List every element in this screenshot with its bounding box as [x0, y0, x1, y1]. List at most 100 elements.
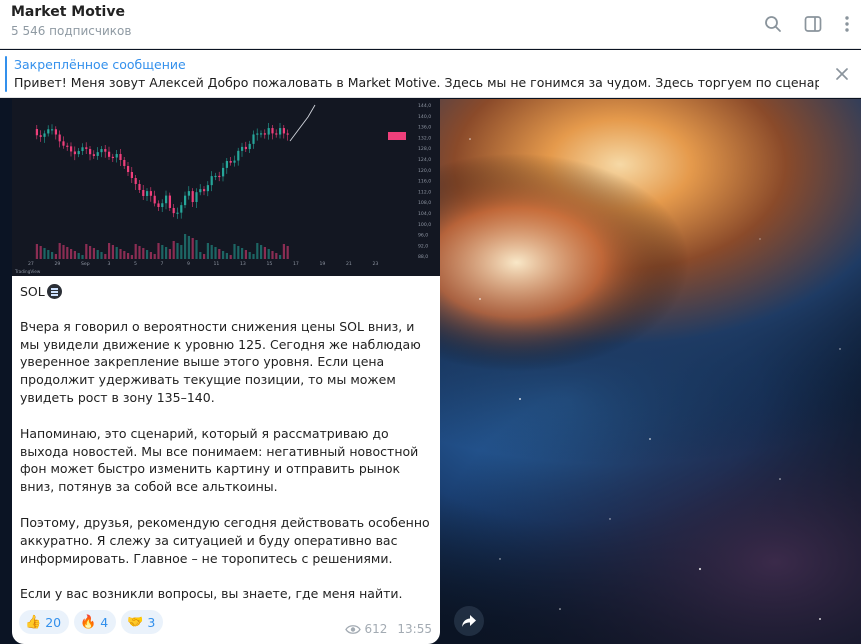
volume-bar: [157, 243, 160, 259]
volume-bar: [241, 248, 244, 259]
volume-bar: [85, 244, 88, 259]
price-axis-label: 112,0: [418, 189, 431, 195]
candle-body: [81, 147, 84, 152]
volume-bar: [256, 243, 259, 259]
volume-bar: [119, 249, 122, 259]
candle-body: [180, 205, 183, 213]
price-axis-label: 96,0: [418, 233, 428, 239]
volume-bar: [92, 248, 95, 259]
price-axis-label: 120,0: [418, 168, 431, 174]
channel-title[interactable]: Market Motive: [11, 4, 125, 20]
candle-body: [210, 176, 213, 186]
candle-body: [184, 195, 187, 206]
candle-body: [85, 147, 88, 149]
volume-bar: [35, 244, 38, 259]
forward-icon: [462, 615, 476, 627]
volume-bar: [214, 247, 217, 259]
candle-body: [138, 184, 141, 190]
candle-body: [168, 195, 171, 208]
candle-body: [149, 191, 152, 196]
price-axis-label: 132,0: [418, 135, 431, 141]
time-axis-label: 13: [240, 261, 246, 267]
message-bubble[interactable]: 144,0 140,0 136,0 132,0 128,0 124,0 120,0 116,0…: [12, 99, 440, 644]
volume-bar: [149, 252, 152, 259]
volume-bar: [237, 246, 240, 259]
volume-bar: [73, 251, 76, 259]
volume-bar: [210, 245, 213, 259]
volume-bar: [104, 254, 107, 259]
candle-body: [271, 128, 274, 134]
candle-body: [39, 135, 42, 137]
candle-body: [248, 143, 251, 150]
message-meta: 612 13:55: [344, 622, 432, 636]
volume-bar: [96, 250, 99, 259]
price-axis-label: 88,0: [418, 254, 428, 260]
candle-body: [92, 154, 95, 156]
reaction-handshake[interactable]: 🤝 3: [121, 610, 164, 634]
price-axis-label: 104,0: [418, 211, 431, 217]
candle-body: [89, 148, 92, 155]
message-paragraph: Поэтому, друзья, рекомендую сегодня дейс…: [20, 514, 430, 566]
unpin-button[interactable]: [830, 62, 854, 86]
time-axis-label: 3: [108, 261, 111, 267]
message-text: SOL Вчера я говорил о вероятности снижен…: [20, 283, 436, 621]
time-axis-label: 17: [293, 261, 299, 267]
thumbs-up-icon: 👍: [25, 614, 42, 630]
candle-body: [176, 212, 179, 214]
volume-bar: [39, 246, 42, 259]
volume-bar: [127, 253, 130, 259]
candle-body: [267, 128, 270, 135]
price-axis-label: 136,0: [418, 125, 431, 131]
chat-header: Market Motive 5 546 подписчиков: [0, 0, 861, 49]
candle-body: [279, 128, 282, 135]
more-button[interactable]: [834, 11, 860, 37]
sidebar-toggle-button[interactable]: [800, 11, 826, 37]
candle-body: [77, 151, 80, 155]
price-axis-label: 100,0: [418, 222, 431, 228]
volume-bar: [81, 255, 84, 259]
forward-button[interactable]: [454, 606, 484, 636]
candle-body: [241, 146, 244, 151]
candle-body: [153, 195, 156, 204]
candle-body: [70, 146, 73, 152]
search-button[interactable]: [760, 11, 786, 37]
volume-bar: [47, 250, 50, 259]
volume-bar: [43, 248, 46, 259]
time-axis-label: Sep: [81, 261, 90, 267]
reaction-thumbs-up[interactable]: 👍 20: [19, 610, 70, 634]
volume-bar: [165, 247, 168, 259]
candle-body: [111, 156, 114, 159]
volume-bar: [77, 253, 80, 259]
reaction-count: 3: [147, 614, 156, 630]
volume-bar: [206, 243, 209, 259]
candle-body: [62, 141, 65, 146]
time-axis-label: 19: [320, 261, 326, 267]
time-axis-label: 11: [214, 261, 220, 267]
volume-bar: [233, 244, 236, 259]
candle-body: [218, 175, 221, 178]
price-axis-label: 128,0: [418, 146, 431, 152]
candle-body: [191, 191, 194, 203]
price-chart-image[interactable]: 144,0 140,0 136,0 132,0 128,0 124,0 120,0 116,0…: [12, 99, 440, 276]
volume-bar: [51, 252, 54, 259]
candle-body: [157, 203, 160, 207]
volume-bar: [123, 251, 126, 259]
volume-bar: [66, 247, 69, 259]
volume-bar: [134, 244, 137, 259]
candle-body: [35, 129, 38, 136]
current-price-tag: [388, 132, 406, 140]
volume-bar: [184, 234, 187, 259]
volume-bar: [58, 243, 61, 259]
price-axis-label: 116,0: [418, 179, 431, 185]
more-vertical-icon: [845, 16, 849, 32]
candle-body: [260, 133, 263, 135]
candle-body: [73, 151, 76, 155]
price-axis-label: 124,0: [418, 157, 431, 163]
view-count: 612: [364, 622, 388, 636]
reaction-fire[interactable]: 🔥 4: [74, 610, 117, 634]
candle-body: [119, 154, 122, 160]
candle-body: [233, 160, 236, 163]
volume-bar: [271, 251, 274, 259]
volume-bar: [180, 245, 183, 259]
pinned-message-bar[interactable]: Закреплённое сообщение Привет! Меня зову…: [0, 50, 861, 98]
